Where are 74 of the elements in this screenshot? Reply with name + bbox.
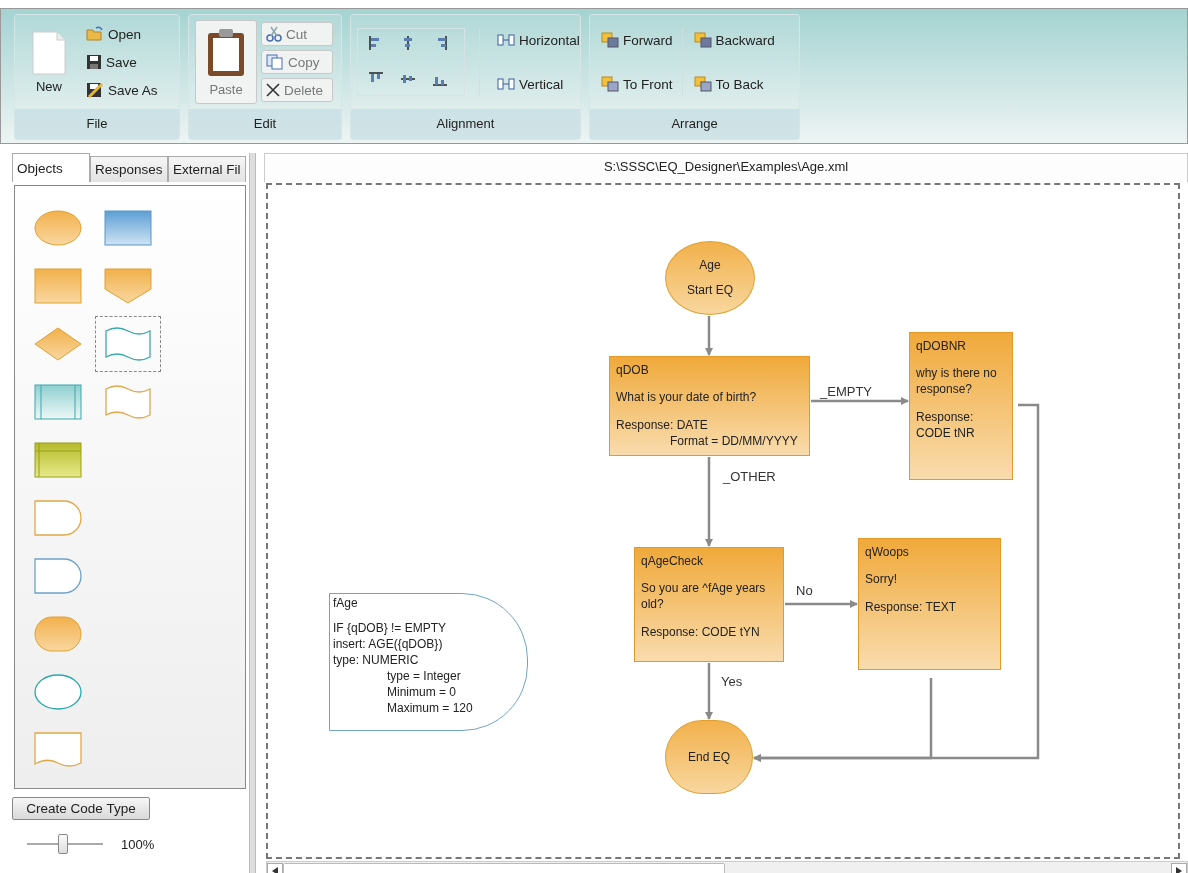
create-code-type-button[interactable]: Create Code Type	[12, 797, 150, 820]
node-text: Maximum = 120	[386, 700, 474, 716]
wave-shape-icon[interactable]	[95, 316, 161, 372]
ribbon-button[interactable]: Backward	[688, 28, 780, 52]
panel-tab[interactable]: Responses	[90, 156, 168, 182]
node-text: What is your date of birth?	[616, 389, 758, 405]
group-label: File	[15, 109, 179, 139]
question-node[interactable]: qAgeCheck So you are ^fAge years old? Response: CODE tYN	[634, 547, 784, 662]
layers-icon	[601, 32, 619, 48]
panel-tab[interactable]: External Fil	[168, 156, 246, 182]
ribbon-button[interactable]: Vertical	[492, 72, 585, 96]
node-text: Minimum = 0	[386, 684, 458, 700]
end-node[interactable]: End EQ	[665, 720, 753, 794]
node-title: Age	[699, 258, 721, 272]
connector-label: Yes	[721, 674, 743, 689]
node-text: why is there no response?	[916, 365, 998, 397]
node-text: IF {qDOB} != EMPTY	[333, 620, 448, 636]
node-title: qWoops	[865, 545, 910, 559]
ribbon-button[interactable]: Save As	[81, 78, 163, 102]
function-node[interactable]: fAge IF {qDOB} != EMPTY insert: AGE({qDOB}) type: NUMERIC type = Integer Minimum = 0 Maximum = 120	[329, 593, 528, 731]
zoom-reading: 100%	[121, 836, 155, 852]
document-icon	[32, 30, 66, 75]
ribbon-button[interactable]: To Back	[688, 72, 780, 96]
floppy-pencil-icon	[86, 82, 104, 98]
ribbon-button[interactable]: Horizontal	[492, 28, 585, 52]
node-text: Sorry!	[865, 571, 898, 587]
node-text: So you are ^fAge years old?	[641, 580, 767, 612]
node-title: qAgeCheck	[641, 554, 705, 568]
group-label: Alignment	[351, 109, 580, 139]
connector-label: _EMPTY	[820, 384, 872, 399]
group-label: Edit	[189, 109, 341, 139]
group-label: Arrange	[590, 109, 799, 139]
clipboard-icon	[206, 27, 246, 78]
slider-thumb[interactable]	[57, 834, 68, 854]
question-node[interactable]: qWoops Sorry! Response: TEXT	[858, 538, 1001, 670]
ribbon-button[interactable]: Open	[81, 22, 163, 46]
node-text: type: NUMERIC	[333, 652, 420, 668]
question-node[interactable]: qDOBNR why is there no response? Response: CODE tNR	[909, 332, 1013, 480]
node-text: type = Integer	[386, 668, 462, 684]
connector-arrow[interactable]	[705, 663, 713, 720]
node-text: insert: AGE({qDOB})	[333, 636, 444, 652]
node-text: Start EQ	[687, 282, 733, 298]
node-title: qDOBNR	[916, 339, 967, 353]
spacing-icon	[497, 32, 515, 48]
connector-arrow[interactable]	[809, 397, 909, 405]
layers-icon	[601, 76, 619, 92]
node-text: Response: CODE tNR	[916, 409, 976, 441]
node-text: Response: DATE	[616, 417, 709, 433]
connector-label: _OTHER	[723, 469, 776, 484]
file-path: S:\SSSC\EQ_Designer\Examples\Age.xml	[264, 153, 1188, 182]
folder-icon	[86, 26, 104, 42]
ribbon-button[interactable]: Forward	[596, 28, 678, 52]
node-title: fAge	[333, 596, 359, 610]
scissors-icon	[266, 26, 282, 42]
panel-tab[interactable]: Objects	[12, 153, 90, 182]
ribbon-button[interactable]: To Front	[596, 72, 678, 96]
node-text: Response: CODE tYN	[641, 624, 761, 640]
node-text: Response: TEXT	[865, 599, 958, 615]
connector-arrow[interactable]	[705, 457, 713, 547]
connector-label: No	[796, 583, 813, 598]
start-node[interactable]: Age Start EQ	[665, 241, 755, 315]
ribbon-button[interactable]: Save	[81, 50, 163, 74]
node-title: qDOB	[616, 363, 650, 377]
node-title: End EQ	[688, 750, 730, 764]
question-node[interactable]: qDOB What is your date of birth? Response: DATE Format = DD/MM/YYYY	[609, 356, 810, 456]
spacing-icon	[497, 76, 515, 92]
layers-icon	[693, 32, 712, 48]
close-icon	[266, 83, 280, 97]
connector-arrow[interactable]	[705, 316, 713, 356]
connector-arrow[interactable]	[785, 600, 858, 608]
copy-icon	[266, 54, 284, 70]
node-text: Format = DD/MM/YYYY	[669, 433, 799, 449]
ribbon-new-button[interactable]: New	[21, 25, 77, 99]
layers-icon	[693, 76, 712, 92]
